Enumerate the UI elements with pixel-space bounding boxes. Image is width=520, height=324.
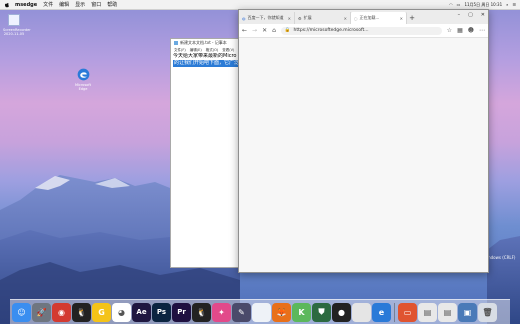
notepad-menu-edit[interactable]: 编辑(E) [190,48,202,53]
dock: ☺ 🚀 ◉ 🐧 G ◕ Ae Ps Pr 🐧 ✦ ✎ 🦊 K ⛊ ● e ▭ ▤ ▤ ▣ 🗑 [10,299,510,324]
page-content-area[interactable] [239,38,488,272]
profile-icon[interactable]: ☻ [468,27,474,34]
baidu-favicon-icon: ◍ [242,15,246,21]
keynote-icon[interactable]: K [292,302,311,322]
clock[interactable]: 11月5日 周日 10:31 [464,2,502,8]
status-area: ◠ ▭ 11月5日 周日 10:31 ⌕ ☰ [449,0,516,9]
apple-icon[interactable] [4,2,10,8]
notepad-app-icon [174,41,178,45]
navigation-toolbar: ← → ✕ ⌂ 🔒 https://microsoftedge.microsof… [239,24,488,38]
close-tab-icon[interactable]: ✕ [344,16,347,21]
menu-file[interactable]: 文件 [43,1,53,8]
finder-icon[interactable]: ☺ [12,302,31,322]
notepad-menu-format[interactable]: 格式(O) [206,48,219,53]
presentation-icon[interactable]: ▭ [398,302,417,322]
close-tab-icon[interactable]: ✕ [400,16,403,21]
edge-icon [77,68,89,81]
maximize-button[interactable]: ▢ [468,12,473,18]
tab-extensions[interactable]: ⚙ 扩展 ✕ [295,12,351,24]
refresh-icon[interactable]: ✕ [262,27,267,34]
chrome-icon[interactable]: ◕ [112,302,131,322]
tab-strip: ◍ 百度一下，你就知道 ✕ ⚙ 扩展 ✕ ◌ 正在加载... ✕ + – ▢ ✕ [239,10,488,24]
trash-icon[interactable]: 🗑 [478,302,497,322]
back-icon[interactable]: ← [242,27,247,34]
sidefx-icon[interactable]: ✦ [212,302,231,322]
screenshot-icon[interactable]: ▣ [458,302,477,322]
dock-separator [394,302,395,322]
desktop-icon-screenrecorder[interactable]: ScreenRecorder 2020-11-05 [3,14,31,36]
forward-icon[interactable]: → [252,27,257,34]
notepad-title: 新建文本文档.txt - 记事本 [171,39,241,47]
address-text: https://microsoftedge.microsoft... [293,28,369,33]
menu-edit[interactable]: 编辑 [59,1,69,8]
photoshop-icon[interactable]: Ps [152,302,171,322]
address-bar[interactable]: 🔒 https://microsoftedge.microsoft... [280,26,442,35]
close-button[interactable]: ✕ [481,12,485,18]
line-ending-label: indows (CRLF) [487,255,516,260]
tab-loading[interactable]: ◌ 正在加载... ✕ [351,12,407,24]
close-tab-icon[interactable]: ✕ [288,16,291,21]
evernote-icon[interactable]: ✎ [232,302,251,322]
active-app-name[interactable]: msedge [15,2,37,8]
new-tab-button[interactable]: + [407,12,417,24]
menu-window[interactable]: 窗口 [91,1,101,8]
launchpad-icon[interactable]: 🚀 [32,302,51,322]
netease-music-icon[interactable]: ◉ [52,302,71,322]
wifi-icon[interactable]: ◠ [449,2,453,7]
battery-icon[interactable]: ▭ [457,2,461,7]
filemerge-icon[interactable] [352,302,371,322]
menu-help[interactable]: 帮助 [107,1,117,8]
after-effects-icon[interactable]: Ae [132,302,151,322]
desktop-icon-label: Microsoft Edge [75,83,91,91]
edge-icon[interactable]: e [372,302,391,322]
premiere-icon[interactable]: Pr [172,302,191,322]
document-icon[interactable] [252,302,271,322]
notepad-menu-file[interactable]: 文件(F) [174,48,186,53]
tab-baidu[interactable]: ◍ 百度一下，你就知道 ✕ [239,12,295,24]
window-controls: – ▢ ✕ [458,12,485,18]
window-icon-2[interactable]: ▤ [438,302,457,322]
gbox-icon[interactable]: G [92,302,111,322]
qq-icon[interactable]: 🐧 [72,302,91,322]
notepad-text-line[interactable]: 今天给大家带来最新的Micro [171,53,241,60]
firefox-icon[interactable]: 🦊 [272,302,291,322]
menu-view[interactable]: 显示 [75,1,85,8]
collections-icon[interactable]: ▦ [457,27,463,34]
record-icon[interactable]: ● [332,302,351,322]
notepad-window[interactable]: 新建文本文档.txt - 记事本 文件(F) 编辑(E) 格式(O) 查看(V)… [170,38,242,268]
notepad-selected-text[interactable]: 的让我们开始吧下面，它广泛 [173,60,241,67]
lock-icon: 🔒 [284,28,291,33]
edge-browser-window[interactable]: ◍ 百度一下，你就知道 ✕ ⚙ 扩展 ✕ ◌ 正在加载... ✕ + – ▢ ✕… [238,9,489,273]
search-icon[interactable]: ⌕ [506,2,508,7]
qq-icon-2[interactable]: 🐧 [192,302,211,322]
favorites-star-icon[interactable]: ☆ [447,27,452,34]
extensions-icon: ⚙ [298,15,302,21]
menu-list-icon[interactable]: ☰ [512,2,516,7]
notepad-menu-view[interactable]: 查看(V) [222,48,234,53]
minimize-button[interactable]: – [458,12,461,18]
loading-icon: ◌ [354,15,358,21]
shield-icon[interactable]: ⛊ [312,302,331,322]
window-icon[interactable]: ▤ [418,302,437,322]
video-file-icon [8,14,20,26]
desktop-icon-edge[interactable]: Microsoft Edge [72,68,94,91]
desktop-icon-label: ScreenRecorder 2020-11-05 [3,28,31,36]
home-icon[interactable]: ⌂ [272,27,276,34]
more-menu-icon[interactable]: ⋯ [479,27,485,34]
